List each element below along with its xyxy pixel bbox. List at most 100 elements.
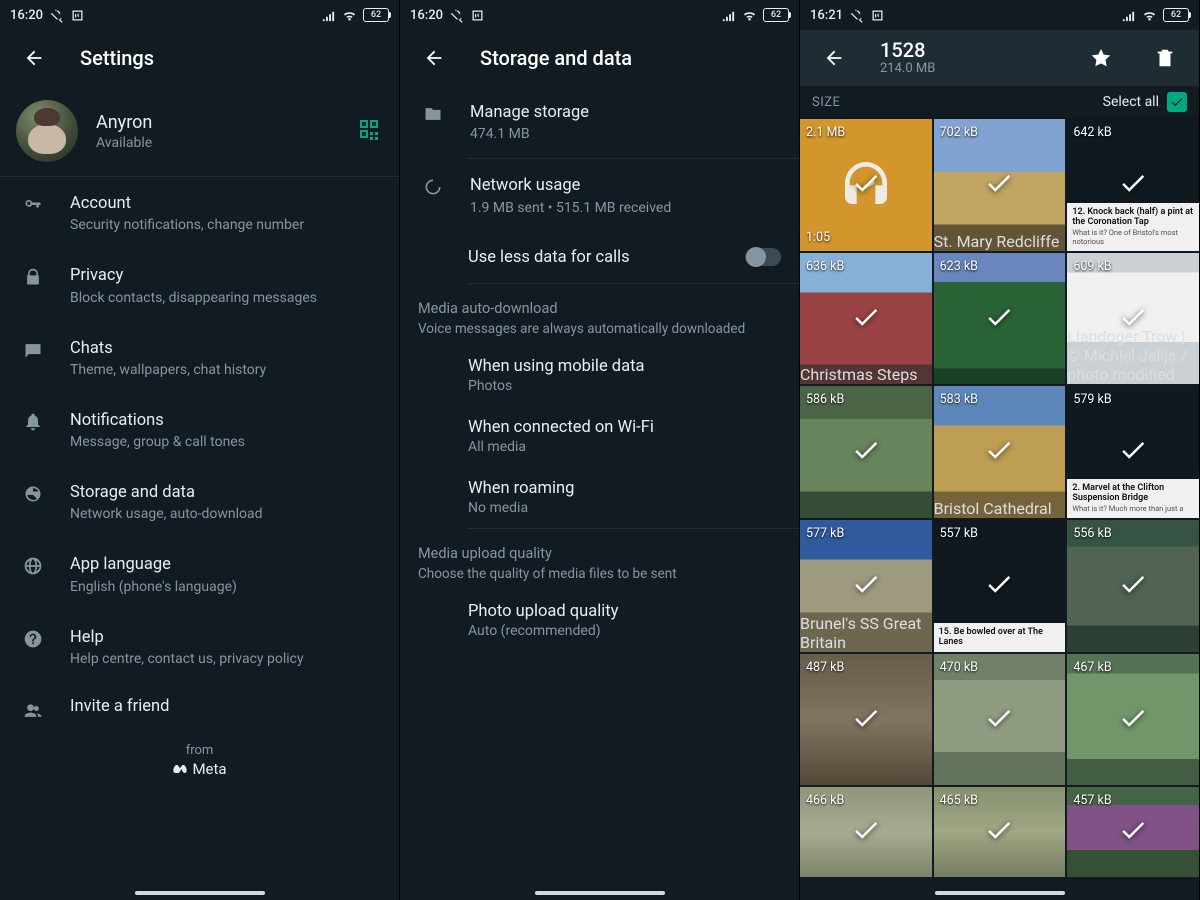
tile-check-icon [984, 168, 1014, 202]
app-bar: 1528 214.0 MB [800, 30, 1199, 86]
tile-check-icon [851, 569, 881, 603]
section-header: Media upload quality [400, 529, 799, 566]
row-network-usage[interactable]: Network usage1.9 MB sent • 515.1 MB rece… [400, 159, 799, 231]
media-panel: 16:21 62 1528 214.0 MB SIZE Select all 2… [800, 0, 1200, 900]
media-tile[interactable]: 586 kB [800, 386, 932, 518]
tile-check-icon [851, 302, 881, 336]
media-tile[interactable]: 466 kB [800, 787, 932, 877]
row-account[interactable]: AccountSecurity notifications, change nu… [0, 177, 399, 249]
media-tile[interactable]: 623 kB [934, 253, 1066, 385]
tile-duration: 1:05 [806, 230, 830, 245]
status-time: 16:20 [10, 8, 43, 23]
media-tile[interactable]: 465 kB [934, 787, 1066, 877]
wifi-icon [342, 8, 357, 23]
tile-check-icon [984, 435, 1014, 469]
row-sub: Network usage, auto-download [70, 506, 263, 522]
nav-handle[interactable] [135, 891, 265, 895]
row-sub: 474.1 MB [470, 126, 589, 142]
media-tile[interactable]: 577 kBBrunel's SS Great Britain [800, 520, 932, 652]
mute-icon [49, 8, 64, 23]
meta-label: Meta [192, 760, 226, 778]
media-tile[interactable]: 467 kB [1067, 654, 1199, 786]
back-button[interactable] [816, 40, 852, 76]
from-label: from [0, 743, 399, 758]
select-all-label[interactable]: Select all [1103, 94, 1159, 110]
row-title: Network usage [470, 175, 671, 197]
media-tile[interactable]: 470 kB [934, 654, 1066, 786]
page-title: Settings [80, 46, 383, 70]
row-manage-storage[interactable]: Manage storage 474.1 MB [400, 86, 799, 158]
wifi-icon [742, 8, 757, 23]
row-roaming[interactable]: When roaming No media [400, 467, 799, 528]
media-tile[interactable]: 579 kB2. Marvel at the Clifton Suspensio… [1067, 386, 1199, 518]
row-title: When connected on Wi-Fi [468, 418, 781, 437]
avatar[interactable] [16, 100, 78, 162]
media-tile[interactable]: 609 kBLlandoger Trow | © Michiel Jelijs … [1067, 253, 1199, 385]
media-tile[interactable]: 2.1 MB1:05 [800, 119, 932, 251]
row-title: Manage storage [470, 102, 589, 124]
row-less-data[interactable]: Use less data for calls [400, 232, 799, 283]
media-tile[interactable]: 702 kBSt. Mary Redcliffe [934, 119, 1066, 251]
signal-icon [321, 8, 336, 23]
tile-check-icon [984, 703, 1014, 737]
profile-status: Available [96, 135, 152, 151]
delete-button[interactable] [1147, 40, 1183, 76]
row-help[interactable]: HelpHelp centre, contact us, privacy pol… [0, 611, 399, 683]
tile-size: 583 kB [940, 392, 978, 407]
tile-check-icon [1118, 815, 1148, 849]
section-sub: Voice messages are always automatically … [400, 321, 799, 345]
back-icon [23, 47, 45, 69]
row-storage[interactable]: Storage and data Network usage, auto-down… [0, 466, 399, 538]
nav-handle[interactable] [535, 891, 665, 895]
page-title: Storage and data [480, 46, 783, 70]
app-bar: Storage and data [400, 30, 799, 86]
status-time: 16:21 [810, 8, 843, 23]
tile-check-icon [984, 569, 1014, 603]
row-title: Storage and data [70, 482, 263, 504]
row-language[interactable]: App languageEnglish (phone's language) [0, 538, 399, 610]
media-tile[interactable]: 487 kB [800, 654, 932, 786]
people-icon [23, 701, 43, 721]
media-tile[interactable]: 457 kB [1067, 787, 1199, 877]
row-mobile-data[interactable]: When using mobile data Photos [400, 345, 799, 406]
nfc-icon [470, 8, 485, 23]
row-chats[interactable]: ChatsTheme, wallpapers, chat history [0, 322, 399, 394]
row-invite[interactable]: Invite a friend [0, 683, 399, 737]
tile-check-icon [984, 302, 1014, 336]
toggle-switch[interactable] [745, 248, 781, 266]
lock-icon [23, 267, 43, 287]
tile-check-icon [851, 435, 881, 469]
sort-by-label[interactable]: SIZE [812, 95, 840, 110]
section-sub: Choose the quality of media files to be … [400, 566, 799, 590]
media-tile[interactable]: 557 kB15. Be bowled over at The Lanes [934, 520, 1066, 652]
media-tile[interactable]: 556 kB [1067, 520, 1199, 652]
row-title: Invite a friend [70, 699, 169, 716]
row-sub: Help centre, contact us, privacy policy [70, 651, 304, 667]
back-icon [823, 47, 845, 69]
row-privacy[interactable]: PrivacyBlock contacts, disappearing mess… [0, 249, 399, 321]
media-tile[interactable]: 583 kBBristol Cathedral [934, 386, 1066, 518]
media-tile[interactable]: 642 kB12. Knock back (half) a pint at th… [1067, 119, 1199, 251]
star-button[interactable] [1083, 40, 1119, 76]
check-icon [1170, 95, 1184, 109]
battery-indicator: 62 [1163, 8, 1189, 22]
wifi-icon [1142, 8, 1157, 23]
row-photo-quality[interactable]: Photo upload quality Auto (recommended) [400, 590, 799, 651]
media-tile[interactable]: 636 kBChristmas Steps [800, 253, 932, 385]
qr-button[interactable] [357, 117, 381, 145]
profile-row[interactable]: Anyron Available [0, 86, 399, 177]
row-title: App language [70, 554, 237, 576]
tile-size: 642 kB [1073, 125, 1111, 140]
tile-check-icon [1118, 435, 1148, 469]
qr-icon [357, 117, 381, 141]
select-all-checkbox[interactable] [1167, 92, 1187, 112]
back-button[interactable] [416, 40, 452, 76]
row-wifi[interactable]: When connected on Wi-Fi All media [400, 406, 799, 467]
nav-handle[interactable] [935, 891, 1065, 895]
row-sub: Theme, wallpapers, chat history [70, 362, 266, 378]
row-sub: Photos [468, 378, 781, 394]
tile-size: 702 kB [940, 125, 978, 140]
row-notifications[interactable]: NotificationsMessage, group & call tones [0, 394, 399, 466]
row-title: Privacy [70, 265, 317, 287]
back-button[interactable] [16, 40, 52, 76]
